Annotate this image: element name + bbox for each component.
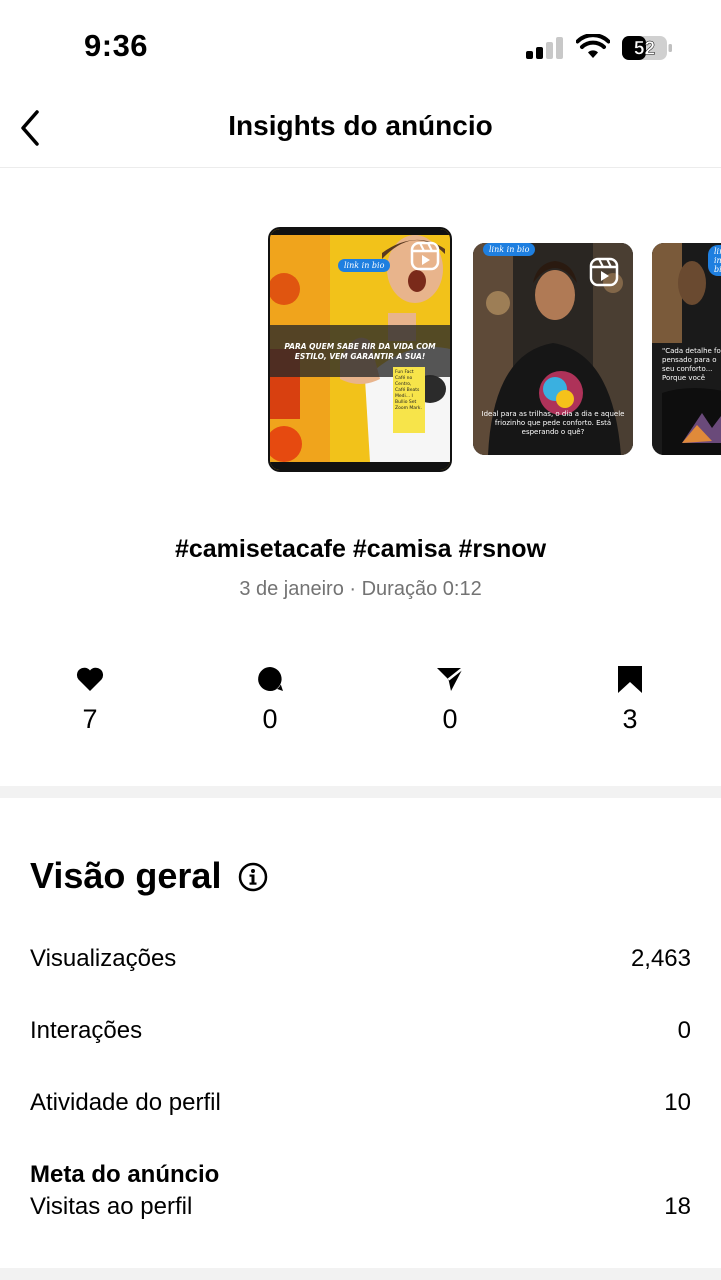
likes-count: 7 — [82, 704, 98, 734]
likes-stat: 7 — [50, 664, 130, 735]
metric-label: Visitas ao perfil — [30, 1193, 193, 1220]
comments-stat: 0 — [230, 664, 310, 735]
shares-stat: 0 — [410, 664, 490, 735]
ad-goal-heading: Meta do anúncio — [30, 1161, 220, 1188]
metric-label: Atividade do perfil — [30, 1089, 221, 1116]
comment-icon — [258, 667, 283, 691]
section-divider — [0, 1268, 721, 1280]
metric-row-profile-visits[interactable]: Visitas ao perfil 18 — [30, 1193, 691, 1221]
reels-icon — [410, 241, 440, 271]
info-icon[interactable] — [237, 861, 269, 893]
status-bar: 9:36 52 — [0, 0, 721, 96]
metric-label: Interações — [30, 1017, 143, 1044]
ad-thumbnail-1[interactable]: link in bio PARA QUEM SABE RIR DA VIDA C… — [268, 227, 452, 472]
ad-caption: #camisetacafe #camisa #rsnow — [174, 535, 547, 563]
link-in-bio-tag: link in bio — [483, 243, 536, 256]
battery-icon: 52 — [622, 36, 672, 60]
metric-label: Visualizações — [30, 945, 177, 972]
shares-count: 0 — [442, 704, 458, 734]
send-icon — [437, 667, 464, 691]
page-title: Insights do anúncio — [228, 110, 493, 141]
metric-value: 2,463 — [630, 945, 691, 972]
metric-value: 10 — [664, 1089, 691, 1116]
saves-count: 3 — [622, 704, 638, 734]
heart-icon — [76, 667, 104, 691]
cellular-signal-icon — [526, 37, 564, 59]
metric-value: 18 — [664, 1193, 691, 1220]
wifi-icon — [576, 34, 610, 58]
metric-value: 0 — [677, 1017, 691, 1044]
metric-row-interactions[interactable]: Interações 0 — [30, 1017, 691, 1045]
thumbnail-2-caption: Ideal para as trilhas, o dia a dia e aqu… — [481, 410, 625, 436]
link-in-bio-tag: link in bio — [708, 245, 721, 276]
metric-row-views[interactable]: Visualizações 2,463 — [30, 945, 691, 973]
battery-level: 52 — [634, 39, 655, 60]
comments-count: 0 — [262, 704, 278, 734]
metric-row-profile-activity[interactable]: Atividade do perfil 10 — [30, 1089, 691, 1117]
ad-meta: 3 de janeiro · Duração 0:12 — [239, 578, 482, 600]
section-divider — [0, 786, 721, 798]
nav-header: Insights do anúncio — [0, 96, 721, 168]
status-time: 9:36 — [84, 28, 149, 63]
ad-thumbnail-2[interactable]: link in bio Ideal para as trilhas, o dia… — [473, 243, 633, 455]
reels-icon — [589, 257, 619, 287]
ad-thumbnail-3[interactable]: link in bio "Cada detalhe foi pensado pa… — [652, 243, 721, 455]
thumbnail-3-caption: "Cada detalhe foi pensado para o seu con… — [662, 347, 721, 382]
link-in-bio-tag: link in bio — [338, 259, 391, 272]
bookmark-icon — [618, 666, 642, 693]
saves-stat: 3 — [590, 664, 670, 735]
thumbnail-1-note: Fun Fact Café no Centro, Café Beats Medi… — [393, 367, 425, 433]
overview-title: Visão geral — [30, 855, 222, 896]
